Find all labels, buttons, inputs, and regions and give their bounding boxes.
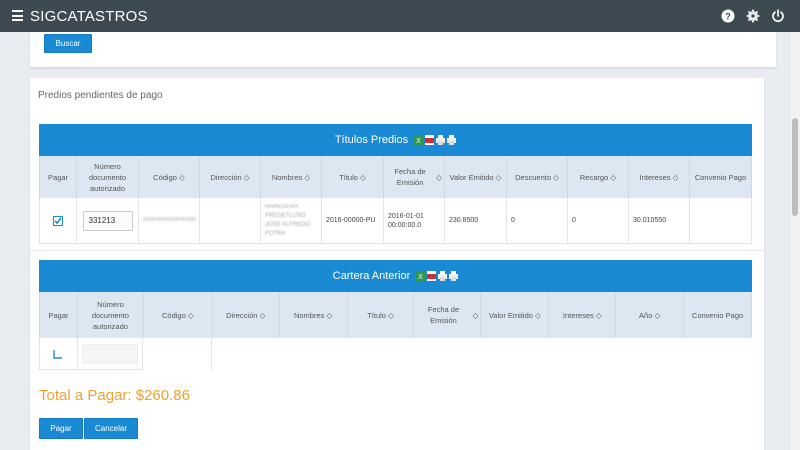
doc-number-input[interactable] <box>82 343 139 364</box>
column-header[interactable]: Fecha de Emisión ◇ <box>384 156 445 198</box>
column-header[interactable]: Año ◇ <box>616 292 685 338</box>
column-header[interactable]: Intereses ◇ <box>549 292 617 338</box>
cartera-title: Cartera Anterior <box>332 270 411 282</box>
recargo-cell: 0 <box>568 198 629 244</box>
column-header[interactable]: Valor Emitido ◇ <box>481 292 550 338</box>
pay-button[interactable]: Pagar <box>39 418 83 439</box>
svg-text:X: X <box>418 274 423 281</box>
titulo-cell: 2016-00000-PU <box>322 198 384 244</box>
column-header[interactable]: Número documento autorizado <box>77 156 139 198</box>
top-bar: SIGCATASTROS ? <box>0 0 800 32</box>
divider <box>30 250 764 251</box>
column-header[interactable]: Título ◇ <box>348 292 415 338</box>
column-header[interactable]: Recargo ◇ <box>568 156 629 198</box>
predios-header: Títulos Predios X <box>39 124 752 156</box>
pdf-icon[interactable] <box>425 135 435 145</box>
page-scrollbar[interactable] <box>790 32 800 450</box>
section-title: Predios pendientes de pago <box>38 90 163 101</box>
search-button[interactable]: Buscar <box>44 34 92 53</box>
table-row <box>39 338 212 370</box>
column-header[interactable]: Título ◇ <box>322 156 384 198</box>
app-title: SIGCATASTROS <box>30 8 148 25</box>
valor-cell: 230.8500 <box>445 198 507 244</box>
print-icon[interactable] <box>447 135 457 145</box>
direccion-cell <box>200 198 261 244</box>
total-to-pay: Total a Pagar: $260.86 <box>39 387 190 404</box>
column-header[interactable]: Código ◇ <box>144 292 213 338</box>
column-header[interactable]: Intereses ◇ <box>629 156 690 198</box>
cartera-header: Cartera Anterior X <box>39 260 752 292</box>
svg-text:X: X <box>416 138 421 145</box>
column-header[interactable]: Nombres ◇ <box>280 292 348 338</box>
power-icon[interactable] <box>770 8 786 24</box>
pay-checkbox[interactable] <box>53 215 63 226</box>
help-icon[interactable]: ? <box>720 8 736 24</box>
search-panel <box>30 32 776 67</box>
column-header[interactable]: Dirección ◇ <box>213 292 280 338</box>
nombres-cell: HAREDERA PREDETLUSO JOSE ALFREDO FOTRA <box>265 203 311 237</box>
column-header[interactable]: Pagar <box>40 292 78 338</box>
column-header[interactable]: Valor Emitido ◇ <box>445 156 507 198</box>
excel-icon[interactable]: X <box>416 271 426 281</box>
column-header[interactable]: Nombres ◇ <box>261 156 322 198</box>
fecha-cell: 2016-01-01 00:00:00.0 <box>384 198 445 244</box>
print-icon[interactable] <box>449 271 459 281</box>
pdf-icon[interactable] <box>427 271 437 281</box>
print-icon[interactable] <box>436 135 446 145</box>
descuento-cell: 0 <box>507 198 568 244</box>
svg-text:?: ? <box>725 12 731 22</box>
codigo-cell: 0000000000000090 <box>143 217 197 223</box>
column-header[interactable]: Convenio Pago <box>690 156 752 198</box>
intereses-cell: 30.010550 <box>629 198 690 244</box>
column-header[interactable]: Dirección ◇ <box>200 156 261 198</box>
column-header[interactable]: Número documento autorizado <box>78 292 144 338</box>
column-header[interactable]: Descuento ◇ <box>507 156 568 198</box>
table-row: 331213 0000000000000090 HAREDERA PREDETL… <box>39 198 752 244</box>
predios-table-header: Pagar Número documento autorizado Código… <box>39 156 752 198</box>
doc-number-input[interactable]: 331213 <box>82 210 133 231</box>
excel-icon[interactable]: X <box>414 135 424 145</box>
pay-checkbox[interactable] <box>53 349 63 359</box>
predios-title: Títulos Predios <box>334 134 409 146</box>
hamburger-menu-icon[interactable] <box>12 10 23 21</box>
scrollbar-thumb[interactable] <box>792 118 798 216</box>
cancel-button[interactable]: Cancelar <box>84 418 138 439</box>
cartera-table-header: Pagar Número documento autorizado Código… <box>39 292 753 338</box>
column-header[interactable]: Fecha de Emisión ◇ <box>414 292 482 338</box>
gear-icon[interactable] <box>745 8 761 24</box>
column-header[interactable]: Pagar <box>40 156 77 198</box>
convenio-cell <box>690 198 752 244</box>
column-header[interactable]: Convenio Pago <box>684 292 753 338</box>
column-header[interactable]: Código ◇ <box>139 156 200 198</box>
print-icon[interactable] <box>438 271 448 281</box>
